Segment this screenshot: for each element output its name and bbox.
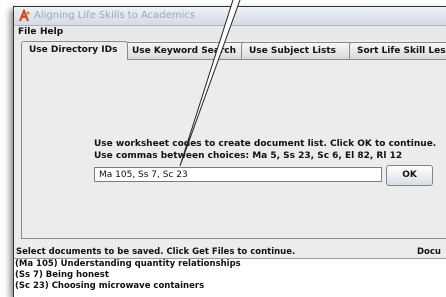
- document-list[interactable]: (Ma 105) Understanding quantity relation…: [14, 258, 446, 297]
- menu-file[interactable]: File: [18, 27, 36, 37]
- menu-help[interactable]: Help: [40, 27, 63, 37]
- worksheet-codes-input[interactable]: Ma 105, Ss 7, Sc 23: [94, 167, 382, 182]
- documents-column-label: Docu: [417, 247, 441, 257]
- tab-use-subject-lists[interactable]: Use Subject Lists: [241, 42, 353, 59]
- window-title: Aligning Life Skills to Academics: [34, 10, 196, 21]
- document-title: Choosing microwave containers: [51, 281, 205, 291]
- tab-sort-life-skill-lessons[interactable]: Sort Life Skill Lessons: [349, 42, 446, 59]
- document-title: Being honest: [45, 270, 109, 280]
- instruction-line-2: Use commas between choices: Ma 5, Ss 23,…: [94, 151, 403, 161]
- list-item[interactable]: (Sc 23) Choosing microwave containers: [15, 281, 204, 291]
- tab-use-directory-ids[interactable]: Use Directory IDs: [21, 41, 128, 60]
- ok-button[interactable]: OK: [386, 165, 433, 186]
- status-message: Select documents to be saved. Click Get …: [16, 247, 296, 257]
- title-bar[interactable]: Aligning Life Skills to Academics: [14, 7, 446, 26]
- list-item[interactable]: (Ss 7) Being honest: [15, 270, 109, 280]
- tab-use-keyword-search[interactable]: Use Keyword Search: [124, 42, 245, 59]
- document-code: (Ss 7): [15, 270, 43, 280]
- list-item[interactable]: (Ma 105) Understanding quantity relation…: [15, 259, 241, 269]
- application-window: Aligning Life Skills to Academics File H…: [13, 6, 446, 297]
- document-title: Understanding quantity relationships: [60, 259, 241, 269]
- document-code: (Sc 23): [15, 281, 49, 291]
- directory-ids-tab-panel: [21, 59, 446, 239]
- app-icon: [18, 9, 30, 22]
- menu-bar: File Help: [14, 26, 446, 40]
- document-code: (Ma 105): [15, 259, 58, 269]
- main-panel: Use Directory IDs Use Keyword Search Use…: [14, 40, 446, 297]
- instruction-line-1: Use worksheet codes to create document l…: [94, 139, 437, 149]
